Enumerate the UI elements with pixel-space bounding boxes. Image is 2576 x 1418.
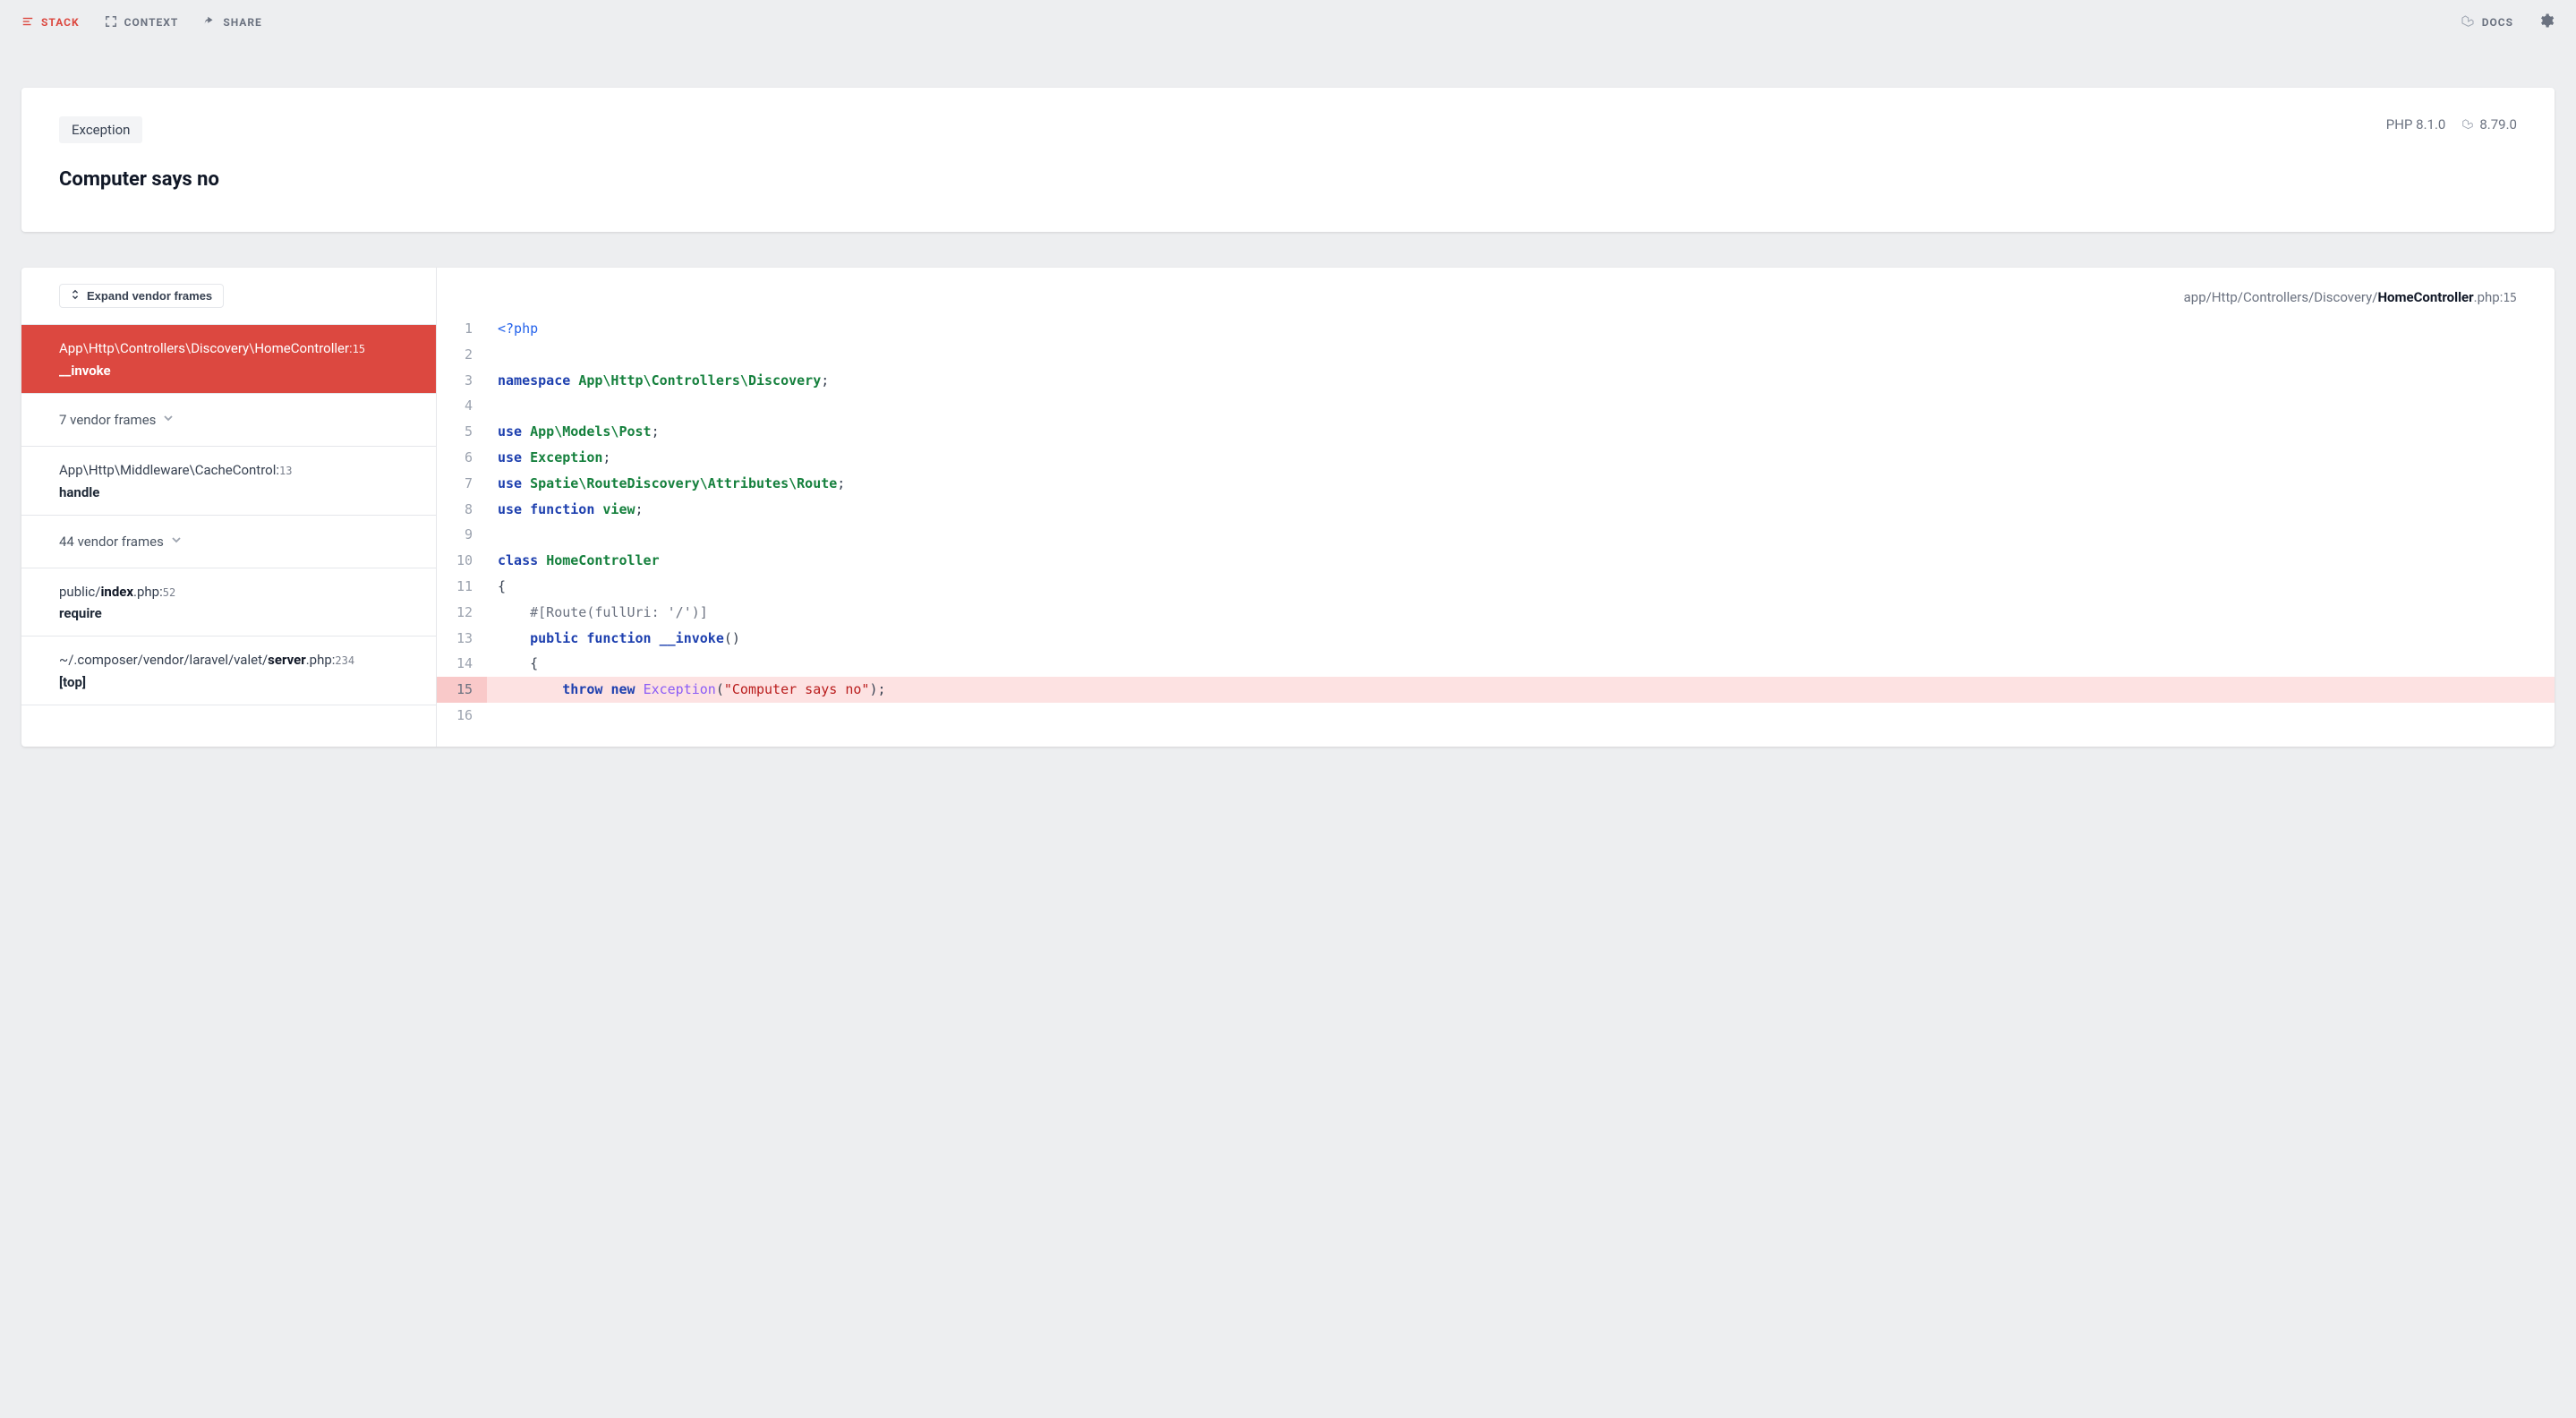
tab-share-label: SHARE [223, 16, 261, 29]
frame-path: App\Http\Controllers\Discovery\HomeContr… [59, 339, 398, 359]
chevron-down-icon [171, 534, 182, 549]
top-nav: STACK CONTEXT SHARE DOCS [0, 0, 2576, 45]
code-line: 15 throw new Exception("Computer says no… [437, 677, 2555, 703]
php-version: PHP 8.1.0 [2386, 116, 2446, 132]
code-line: 14 { [437, 651, 2555, 677]
tab-stack[interactable]: STACK [21, 15, 80, 30]
collapsed-frame-label: 44 vendor frames [59, 534, 164, 550]
chevron-down-icon [163, 413, 174, 427]
stack-frame[interactable]: public/index.php:52 require [21, 568, 436, 637]
code-line: 9 [437, 522, 2555, 548]
laravel-version: 8.79.0 [2461, 116, 2517, 132]
exception-header-card: Exception Computer says no PHP 8.1.0 8.7… [21, 88, 2555, 232]
tab-context-label: CONTEXT [124, 16, 179, 29]
code-line: 6use Exception; [437, 445, 2555, 471]
code-line: 1<?php [437, 316, 2555, 342]
expand-icon [105, 15, 117, 30]
stack-frame[interactable]: ~/.composer/vendor/laravel/valet/server.… [21, 636, 436, 705]
frame-method: [top] [59, 674, 398, 690]
laravel-icon [2461, 14, 2475, 31]
tab-stack-label: STACK [41, 16, 80, 29]
exception-message: Computer says no [59, 168, 2386, 191]
stack-frame[interactable]: App\Http\Middleware\CacheControl:13 handl… [21, 447, 436, 516]
expand-vendor-frames-button[interactable]: Expand vendor frames [59, 284, 224, 308]
code-line: 5use App\Models\Post; [437, 419, 2555, 445]
frame-method: handle [59, 484, 398, 500]
code-line: 8use function view; [437, 497, 2555, 523]
code-line: 7use Spatie\RouteDiscovery\Attributes\Ro… [437, 471, 2555, 497]
code-line: 2 [437, 342, 2555, 368]
stack-frame[interactable]: App\Http\Controllers\Discovery\HomeContr… [21, 325, 436, 394]
code-line: 16 [437, 703, 2555, 729]
frame-method: require [59, 605, 398, 621]
frame-path: public/index.php:52 [59, 583, 398, 602]
frames-sidebar: Expand vendor frames App\Http\Controller… [21, 268, 437, 747]
stack-frame[interactable]: 7 vendor frames [21, 394, 436, 447]
exception-badge: Exception [59, 116, 142, 143]
docs-label: DOCS [2482, 16, 2513, 29]
settings-button[interactable] [2538, 13, 2555, 32]
code-pane: app/Http/Controllers/Discovery/HomeContr… [437, 268, 2555, 747]
code-line: 12 #[Route(fullUri: '/')] [437, 600, 2555, 626]
code-line: 11{ [437, 574, 2555, 600]
stack-trace-card: Expand vendor frames App\Http\Controller… [21, 268, 2555, 747]
collapsed-frame-label: 7 vendor frames [59, 412, 156, 428]
stack-frame[interactable]: 44 vendor frames [21, 516, 436, 568]
file-breadcrumb: app/Http/Controllers/Discovery/HomeContr… [437, 268, 2555, 316]
docs-link[interactable]: DOCS [2461, 14, 2513, 31]
chevron-up-down-icon [71, 289, 80, 303]
tab-share[interactable]: SHARE [203, 15, 261, 30]
stack-icon [21, 15, 34, 30]
code-line: 4 [437, 393, 2555, 419]
code-line: 13 public function __invoke() [437, 626, 2555, 652]
frame-path: ~/.composer/vendor/laravel/valet/server.… [59, 651, 398, 671]
laravel-icon [2461, 118, 2474, 131]
tab-context[interactable]: CONTEXT [105, 15, 179, 30]
frame-method: __invoke [59, 363, 398, 379]
share-icon [203, 15, 216, 30]
frame-path: App\Http\Middleware\CacheControl:13 [59, 461, 398, 481]
expand-label: Expand vendor frames [87, 289, 212, 303]
code-line: 3namespace App\Http\Controllers\Discover… [437, 368, 2555, 394]
code-line: 10class HomeController [437, 548, 2555, 574]
code-viewer: 1<?php23namespace App\Http\Controllers\D… [437, 316, 2555, 747]
